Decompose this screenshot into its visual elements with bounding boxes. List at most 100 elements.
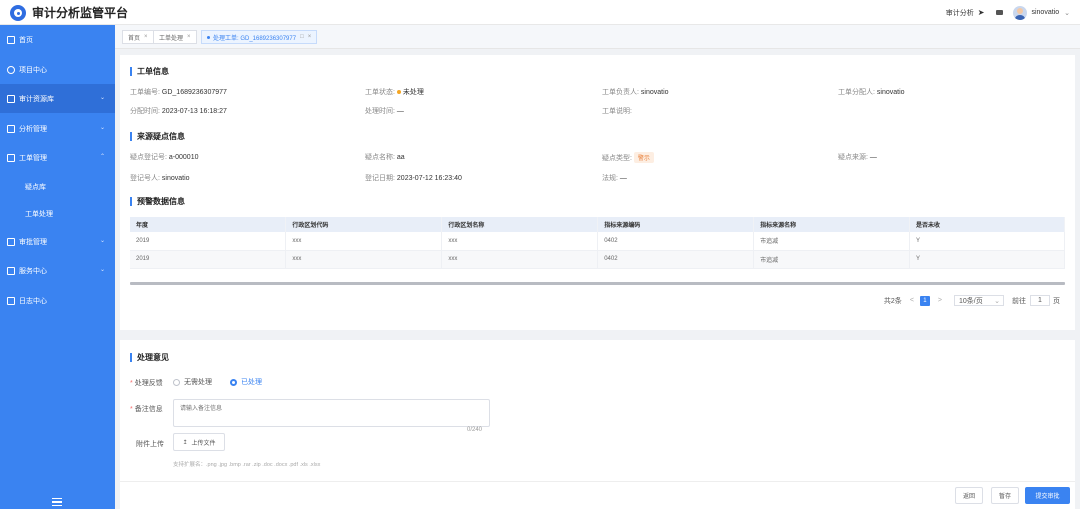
radio-label: 无需处理 — [184, 379, 212, 386]
value: a-000010 — [168, 154, 199, 161]
field-reg-date: 登记日期: 2023-07-12 16:23:40 — [365, 173, 462, 183]
tab-home[interactable]: 首页 × — [122, 30, 154, 44]
username[interactable]: sinovatio — [1031, 9, 1059, 16]
sidebar-item-log-center[interactable]: 日志中心 — [0, 286, 115, 315]
field-order-owner: 工单负责人: sinovatio — [602, 87, 669, 97]
sidebar-item-label: 工单管理 — [19, 154, 47, 162]
value: — — [869, 154, 877, 161]
sidebar-item-audit-resources[interactable]: 审计资源库 ⌄ — [0, 84, 115, 113]
submit-approval-button[interactable]: 提交审批 — [1025, 487, 1070, 504]
prev-page-button[interactable]: < — [910, 297, 914, 304]
table-cell: 2019 — [130, 232, 287, 251]
radio-processed[interactable]: 已处理 — [230, 377, 262, 387]
table-cell: 市追减 — [753, 250, 911, 269]
column-header: 是否未收 — [909, 217, 1065, 232]
radio-selected-icon — [230, 378, 237, 386]
app-logo[interactable]: 审计分析监管平台 — [10, 4, 128, 21]
required-icon: * — [130, 380, 133, 387]
upload-button[interactable]: ↥ 上传文件 — [173, 433, 225, 451]
remark-label: * 备注信息 — [130, 404, 163, 414]
warning-data-table: 年度 行政区划代码 行政区划名称 指标来源编码 指标来源名称 是否未收 2019… — [130, 217, 1065, 269]
audit-analysis-link[interactable]: 审计分析 — [946, 8, 974, 18]
app-title: 审计分析监管平台 — [32, 6, 129, 20]
section-title-work-order: 工单信息 — [130, 67, 169, 76]
divider — [120, 481, 1075, 482]
tab-work-order-processing[interactable]: 工单处理 × — [153, 30, 197, 44]
sidebar-item-suspect-library[interactable]: 疑点库 — [0, 173, 115, 201]
value: sinovatio — [876, 89, 905, 96]
tab-process-order[interactable]: 处理工单: GD_1689236307977 □ × — [201, 30, 318, 44]
table-cell: xxx — [285, 250, 443, 269]
label: 工单编号: — [130, 89, 160, 96]
sidebar-item-label: 审计资源库 — [19, 95, 54, 103]
sidebar-item-work-orders[interactable]: 工单管理 ⌃ — [0, 143, 115, 172]
table-cell: 市追减 — [753, 232, 911, 251]
document-icon — [7, 296, 15, 305]
table-cell: Y — [909, 232, 1065, 251]
sidebar-item-work-order-processing[interactable]: 工单处理 — [0, 200, 115, 228]
upload-hint: 支持扩展名：.png .jpg .bmp .rar .zip .doc .doc… — [173, 462, 321, 468]
sidebar-item-project-center[interactable]: 项目中心 — [0, 55, 115, 84]
active-dot-icon — [207, 35, 210, 39]
chevron-down-icon: ⌄ — [99, 238, 105, 244]
sidebar-item-approval[interactable]: 审批管理 ⌄ — [0, 227, 115, 256]
value: — — [396, 108, 404, 115]
label: 处理时间: — [365, 108, 395, 115]
field-registrant: 登记号人: sinovatio — [130, 173, 190, 183]
section-title-source: 来源疑点信息 — [130, 132, 185, 141]
value: 2023-07-12 16:23:40 — [396, 175, 462, 182]
opinion-panel: 处理意见 *处理反馈 无需处理 已处理 *备注信息 0/240 附件上传 ↥ 上… — [120, 340, 1075, 509]
upload-icon: ↥ — [182, 439, 188, 446]
page-size-select[interactable]: 10条/页 ⌄ — [954, 295, 1004, 306]
home-icon — [7, 35, 15, 44]
section-title-opinion: 处理意见 — [130, 353, 169, 362]
label: 疑点登记号: — [130, 154, 167, 161]
field-order-desc: 工单说明: — [602, 106, 632, 116]
message-icon[interactable] — [996, 10, 1004, 15]
avatar[interactable] — [1013, 5, 1028, 20]
field-process-time: 处理时间: — — [365, 106, 404, 116]
table-cell: xxx — [441, 250, 599, 269]
chevron-down-icon[interactable]: ⌄ — [1064, 9, 1070, 17]
table-row[interactable]: 2019 xxx xxx 0402 市追减 Y — [130, 232, 1065, 251]
sidebar-item-analysis[interactable]: 分析管理 ⌄ — [0, 114, 115, 143]
chevron-up-icon: ⌃ — [99, 154, 105, 160]
sidebar-item-label: 工单处理 — [25, 211, 53, 218]
label: 工单分配人: — [838, 89, 875, 96]
refresh-icon[interactable]: □ — [300, 34, 304, 40]
radio-circle-icon — [173, 378, 180, 386]
label: 处理反馈 — [134, 380, 163, 387]
send-icon[interactable]: ➤ — [978, 8, 985, 17]
status-badge: 未处理 — [402, 89, 424, 96]
collapse-menu-icon[interactable] — [52, 498, 62, 506]
feedback-label: * 处理反馈 — [130, 378, 163, 388]
sidebar-item-home[interactable]: 首页 — [0, 25, 115, 54]
label: 备注信息 — [134, 406, 163, 413]
label: 疑点名称: — [365, 154, 395, 161]
radio-label: 已处理 — [241, 379, 262, 386]
table-row[interactable]: 2019 xxx xxx 0402 市追减 Y — [130, 250, 1065, 269]
goto-page-input[interactable]: 1 — [1030, 295, 1050, 306]
close-icon[interactable]: × — [308, 34, 312, 40]
table-cell: xxx — [285, 232, 443, 251]
label: 疑点来源: — [838, 154, 868, 161]
chevron-down-icon: ⌄ — [99, 95, 105, 101]
table-scrollbar[interactable] — [130, 282, 1065, 285]
table-cell: Y — [909, 250, 1065, 269]
remark-textarea[interactable] — [173, 399, 490, 427]
save-draft-button[interactable]: 暂存 — [991, 487, 1019, 504]
back-button[interactable]: 返回 — [955, 487, 983, 504]
sidebar: 首页 项目中心 审计资源库 ⌄ 分析管理 ⌄ 工单管理 ⌃ 疑点库 工单处理 审… — [0, 25, 115, 509]
goto-unit: 页 — [1053, 297, 1060, 305]
radio-no-process[interactable]: 无需处理 — [173, 377, 212, 387]
table-cell: 2019 — [130, 250, 287, 269]
required-icon: * — [130, 406, 133, 413]
field-reg-no: 疑点登记号: a-000010 — [130, 152, 199, 162]
value: sinovatio — [161, 175, 190, 182]
close-icon[interactable]: × — [187, 34, 191, 40]
column-header: 年度 — [130, 217, 287, 232]
page-number-button[interactable]: 1 — [919, 295, 930, 306]
close-icon[interactable]: × — [144, 34, 148, 40]
sidebar-item-service-center[interactable]: 服务中心 ⌄ — [0, 256, 115, 285]
next-page-button[interactable]: > — [938, 297, 942, 304]
